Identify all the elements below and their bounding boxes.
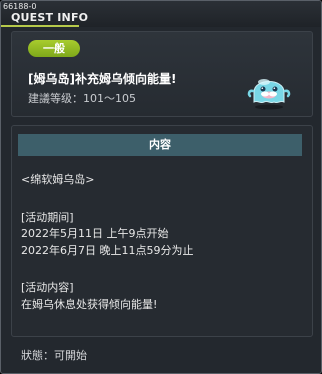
content-line-details-label: [活动内容]	[21, 281, 74, 294]
content-line-period-label: [活动期间]	[21, 211, 74, 224]
quest-info-window: 66188-0 QUEST INFO 一般 [姆乌岛]补充姆乌倾向能量! 建議等…	[0, 0, 322, 374]
quest-id: 66188-0	[3, 2, 37, 11]
recommended-level: 建議等级：101～105	[28, 92, 136, 105]
window-title: QUEST INFO	[11, 11, 89, 24]
content-line-details: 在姆乌休息处获得倾向能量!	[21, 298, 158, 311]
title-bar[interactable]: 66188-0 QUEST INFO	[1, 1, 321, 27]
quest-header-panel: 一般 [姆乌岛]补充姆乌倾向能量! 建議等级：101～105	[11, 31, 313, 117]
content-line-period-end: 2022年6月7日 晚上11点59分为止	[21, 244, 194, 257]
category-badge: 一般	[28, 40, 80, 57]
quest-name: [姆乌岛]补充姆乌倾向能量!	[28, 72, 177, 86]
content-heading: 内容	[18, 134, 302, 156]
content-line-subtitle: <绵软姆乌岛>	[21, 173, 95, 186]
quest-status: 狀態：可開始	[21, 349, 87, 362]
blue-ghost-mu-icon	[247, 79, 291, 110]
title-underline	[1, 25, 79, 27]
content-line-period-start: 2022年5月11日 上午9点开始	[21, 227, 169, 240]
